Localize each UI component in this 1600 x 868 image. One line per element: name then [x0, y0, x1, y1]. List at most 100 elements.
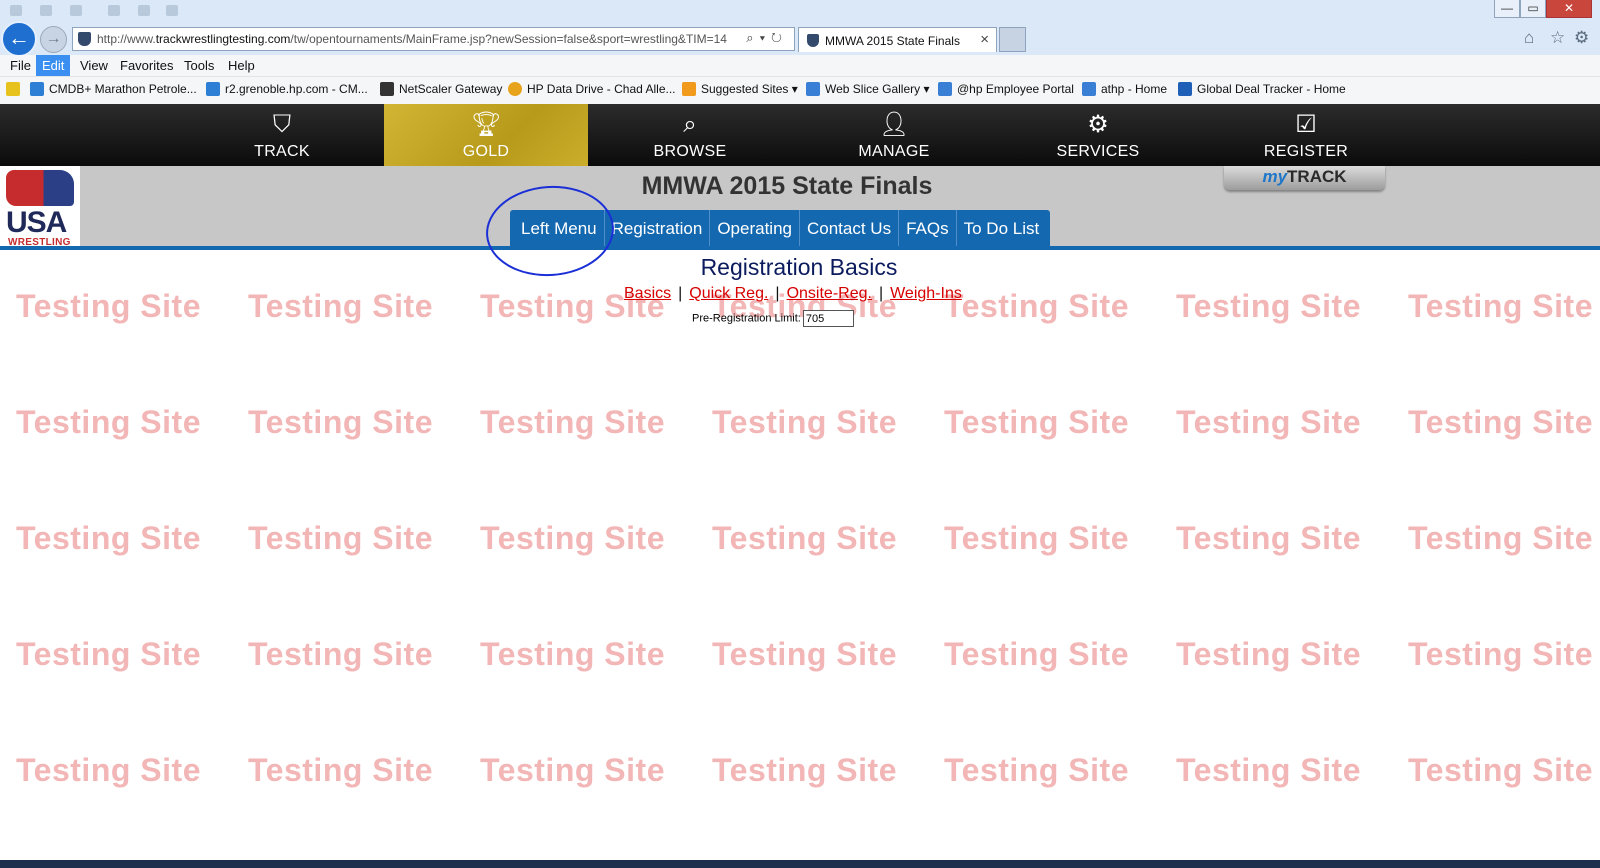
browser-tab[interactable]: MMWA 2015 State Finals × [798, 27, 997, 52]
menu-help[interactable]: Help [222, 55, 261, 76]
watermark-text: Testing Site [248, 752, 433, 788]
section-heading: Registration Basics [700, 254, 898, 280]
nav-browse[interactable]: ⌕ BROWSE [588, 104, 792, 166]
mytrack-button[interactable]: myTRACK [1224, 166, 1385, 190]
tab-registration[interactable]: Registration [605, 210, 711, 247]
favorite-link[interactable]: CMDB+ Marathon Petrole... [30, 82, 197, 96]
watermark-text: Testing Site [944, 404, 1129, 440]
favorites-star-icon[interactable] [6, 82, 25, 96]
quick-access-toolbar [0, 0, 1600, 22]
watermark-text: Testing Site [248, 520, 433, 556]
address-bar[interactable]: http://www.trackwrestlingtesting.com/tw/… [72, 27, 795, 51]
favorite-icon [806, 82, 820, 96]
new-tab-button[interactable] [999, 27, 1026, 52]
star-icon[interactable]: ☆ [1550, 28, 1565, 48]
link-basics[interactable]: Basics [624, 285, 671, 302]
favorite-icon [938, 82, 952, 96]
favorite-link[interactable]: Web Slice Gallery ▾ [806, 82, 930, 96]
menu-file[interactable]: File [4, 55, 37, 76]
nav-register[interactable]: ☑ REGISTER [1204, 104, 1408, 166]
browser-chrome: — ▭ ✕ ← → http://www.trackwrestlingtesti… [0, 0, 1600, 57]
watermark-text: Testing Site [1176, 404, 1361, 440]
prereg-limit-input[interactable] [802, 310, 854, 327]
watermark-text: Testing Site [712, 404, 897, 440]
redo-icon[interactable] [108, 5, 120, 16]
watermark-text: Testing Site [944, 752, 1129, 788]
shield-icon: ⛉ [273, 111, 291, 138]
watermark-text: Testing Site [16, 288, 201, 324]
favorite-icon [206, 82, 220, 96]
gear-icon[interactable]: ⚙ [1574, 28, 1589, 48]
tab-faqs[interactable]: FAQs [899, 210, 957, 247]
favorite-link[interactable]: HP Data Drive - Chad Alle... [508, 82, 676, 96]
favorite-icon [1082, 82, 1096, 96]
favorite-icon [508, 82, 522, 96]
trophy-icon: 🏆︎ [471, 111, 502, 138]
link-weigh-ins[interactable]: Weigh-Ins [890, 285, 962, 302]
undo-icon[interactable] [70, 5, 82, 16]
tab-left-menu[interactable]: Left Menu [514, 210, 605, 247]
dropdown-icon[interactable]: ▾ [760, 30, 771, 45]
favorite-link[interactable]: NetScaler Gateway [380, 82, 502, 96]
link-quick-reg[interactable]: Quick Reg. [689, 285, 768, 302]
watermark-text: Testing Site [712, 636, 897, 672]
menu-favorites[interactable]: Favorites [114, 55, 179, 76]
favorite-icon [682, 82, 696, 96]
watermark-text: Testing Site [1176, 288, 1361, 324]
favorite-link[interactable]: Suggested Sites ▾ [682, 82, 798, 96]
watermark-text: Testing Site [712, 752, 897, 788]
nav-gold[interactable]: 🏆︎ GOLD [384, 104, 588, 166]
save-icon[interactable] [40, 5, 52, 16]
watermark-text: Testing Site [480, 636, 665, 672]
prereg-limit-label: Pre-Registration Limit: [692, 312, 801, 325]
menu-bar: File Edit View Favorites Tools Help [0, 55, 1600, 77]
watermark-text: Testing Site [248, 288, 433, 324]
close-window-button[interactable]: ✕ [1546, 0, 1592, 18]
refresh-icon[interactable]: ↻ [771, 30, 788, 45]
tab-favicon-icon [807, 34, 819, 47]
nav-track[interactable]: ⛉ TRACK [180, 104, 384, 166]
gear-icon: ⚙ [1087, 111, 1109, 138]
tab-operating[interactable]: Operating [710, 210, 800, 247]
link-onsite-reg[interactable]: Onsite-Reg. [787, 285, 872, 302]
favorite-link[interactable]: athp - Home [1082, 82, 1167, 96]
search-icon[interactable]: ⌕ [746, 30, 759, 45]
maximize-button[interactable]: ▭ [1520, 0, 1546, 18]
nav-services[interactable]: ⚙ SERVICES [996, 104, 1200, 166]
favorite-link[interactable]: r2.grenoble.hp.com - CM... [206, 82, 368, 96]
watermark-text: Testing Site [1408, 520, 1593, 556]
watermark-text: Testing Site [16, 520, 201, 556]
nav-manage[interactable]: 👤︎ MANAGE [792, 104, 996, 166]
back-button[interactable]: ← [1, 21, 37, 57]
watermark-text: Testing Site [1408, 752, 1593, 788]
print-icon[interactable] [138, 5, 150, 16]
favorite-icon [380, 82, 394, 96]
watermark-text: Testing Site [16, 752, 201, 788]
watermark-text: Testing Site [16, 404, 201, 440]
user-icon: 👤︎ [879, 111, 910, 138]
home-icon[interactable]: ⌂ [1524, 28, 1534, 48]
address-url[interactable]: http://www.trackwrestlingtesting.com/tw/… [97, 32, 737, 46]
forward-button[interactable]: → [40, 26, 67, 53]
close-tab-icon[interactable]: × [980, 31, 989, 48]
favorite-link[interactable]: Global Deal Tracker - Home [1178, 82, 1346, 96]
site-nav: ⛉ TRACK 🏆︎ GOLD ⌕ BROWSE 👤︎ MANAGE ⚙ SERVICES… [0, 104, 1600, 166]
watermark-text: Testing Site [1408, 636, 1593, 672]
arrow-left-icon: ← [8, 25, 30, 50]
tournament-tabs: Left Menu Registration Operating Contact… [510, 210, 1051, 247]
tab-contact-us[interactable]: Contact Us [800, 210, 900, 247]
menu-tools[interactable]: Tools [178, 55, 220, 76]
minimize-button[interactable]: — [1494, 0, 1520, 18]
watermark-text: Testing Site [712, 520, 897, 556]
watermark-text: Testing Site [944, 288, 1129, 324]
app-icon [10, 5, 22, 16]
menu-edit[interactable]: Edit [36, 55, 71, 76]
favorite-icon [1178, 82, 1192, 96]
site-favicon-icon [78, 32, 91, 46]
menu-view[interactable]: View [74, 55, 114, 76]
watermark-text: Testing Site [16, 636, 201, 672]
tab-to-do-list[interactable]: To Do List [957, 210, 1047, 247]
watermark-text: Testing Site [944, 636, 1129, 672]
favorite-link[interactable]: @hp Employee Portal [938, 82, 1074, 96]
email-icon[interactable] [166, 5, 178, 16]
